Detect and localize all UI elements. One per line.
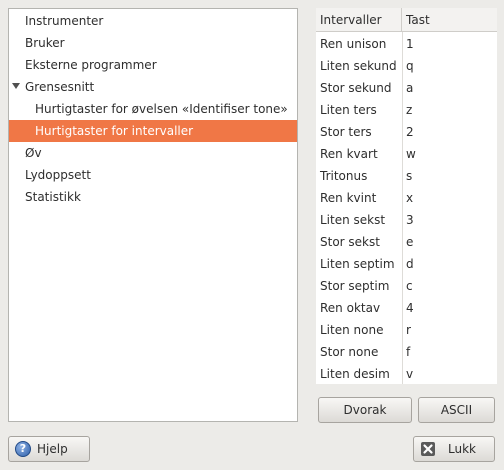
interval-name: Liten sekst [320,213,386,227]
interval-key[interactable]: 2 [406,121,414,143]
tree-item-label: Hurtigtaster for øvelsen «Identifiser to… [35,102,288,116]
table-row[interactable]: Stor sekund a [316,77,497,99]
interval-key[interactable]: f [406,341,410,363]
tree-item-label: Hurtigtaster for intervaller [35,124,194,138]
interval-key[interactable]: s [406,165,412,187]
interval-name: Liten ters [320,103,377,117]
close-button[interactable]: Lukk [413,436,495,462]
tree-item-interval-shortcuts[interactable]: Hurtigtaster for intervaller [9,120,297,142]
tree-item-label: Grensesnitt [25,80,95,94]
table-row[interactable]: Liten sekund q [316,55,497,77]
table-row[interactable]: Stor ters 2 [316,121,497,143]
table-row[interactable]: Liten sekst 3 [316,209,497,231]
interval-name: Stor sekst [320,235,380,249]
close-icon [421,442,435,456]
tree-item-label: Instrumenter [25,14,104,28]
interval-name: Ren kvint [320,191,377,205]
ascii-button[interactable]: ASCII [418,397,495,423]
table-row[interactable]: Ren kvart w [316,143,497,165]
tree-item-lydoppsett[interactable]: Lydoppsett [9,164,297,186]
interval-key[interactable]: e [406,231,413,253]
table-row[interactable]: Tritonus s [316,165,497,187]
tree-item-instrumenter[interactable]: Instrumenter [9,10,297,32]
tree-item-bruker[interactable]: Bruker [9,32,297,54]
close-button-label: Lukk [448,442,476,456]
interval-key[interactable]: 3 [406,209,414,231]
interval-name: Stor septim [320,279,390,293]
interval-key[interactable]: x [406,187,413,209]
interval-name: Liten septim [320,257,395,271]
interval-name: Tritonus [320,169,368,183]
interval-key[interactable]: c [406,275,413,297]
settings-category-tree[interactable]: Instrumenter Bruker Eksterne programmer … [8,8,298,422]
expander-arrow-icon[interactable] [12,83,20,89]
tree-item-identifiser-tone-shortcuts[interactable]: Hurtigtaster for øvelsen «Identifiser to… [9,98,297,120]
tree-item-statistikk[interactable]: Statistikk [9,186,297,208]
table-row[interactable]: Stor septim c [316,275,497,297]
interval-key[interactable]: d [406,253,414,275]
interval-name: Stor ters [320,125,372,139]
interval-name: Liten none [320,323,384,337]
tree-item-label: Eksterne programmer [25,58,157,72]
column-header-tast[interactable]: Tast [402,8,497,32]
interval-name: Stor sekund [320,81,392,95]
tree-item-eksterne-programmer[interactable]: Eksterne programmer [9,54,297,76]
interval-key[interactable]: w [406,143,416,165]
interval-name: Ren kvart [320,147,378,161]
tree-item-label: Øv [25,146,42,160]
interval-key[interactable]: 1 [406,33,414,55]
table-row[interactable]: Liten ters z [316,99,497,121]
interval-key[interactable]: a [406,77,413,99]
table-row[interactable]: Liten desim v [316,363,497,385]
table-row[interactable]: Liten none r [316,319,497,341]
help-icon: ? [15,441,31,457]
interval-name: Ren unison [320,37,387,51]
interval-name: Stor none [320,345,379,359]
tree-item-label: Statistikk [25,190,81,204]
tree-item-label: Lydoppsett [25,168,91,182]
dvorak-button[interactable]: Dvorak [318,397,412,423]
interval-name: Liten sekund [320,59,397,73]
interval-name: Ren oktav [320,301,381,315]
table-row[interactable]: Liten septim d [316,253,497,275]
interval-name: Liten desim [320,367,390,381]
interval-key[interactable]: 4 [406,297,414,319]
table-row[interactable]: Stor sekst e [316,231,497,253]
column-header-intervaller[interactable]: Intervaller [316,8,402,32]
tree-item-label: Bruker [25,36,65,50]
interval-key[interactable]: z [406,99,412,121]
help-button-label: Hjelp [37,442,68,456]
table-row[interactable]: Ren unison 1 [316,33,497,55]
tree-item-ov[interactable]: Øv [9,142,297,164]
table-row[interactable]: Ren kvint x [316,187,497,209]
tree-item-grensesnitt[interactable]: Grensesnitt [9,76,297,98]
table-row[interactable]: Ren oktav 4 [316,297,497,319]
table-row[interactable]: Stor none f [316,341,497,363]
interval-key[interactable]: v [406,363,413,385]
help-button[interactable]: ? Hjelp [8,436,90,462]
interval-shortcuts-table[interactable]: Intervaller Tast Ren unison 1 Liten seku… [316,8,497,384]
interval-key[interactable]: r [406,319,411,341]
interval-key[interactable]: q [406,55,414,77]
